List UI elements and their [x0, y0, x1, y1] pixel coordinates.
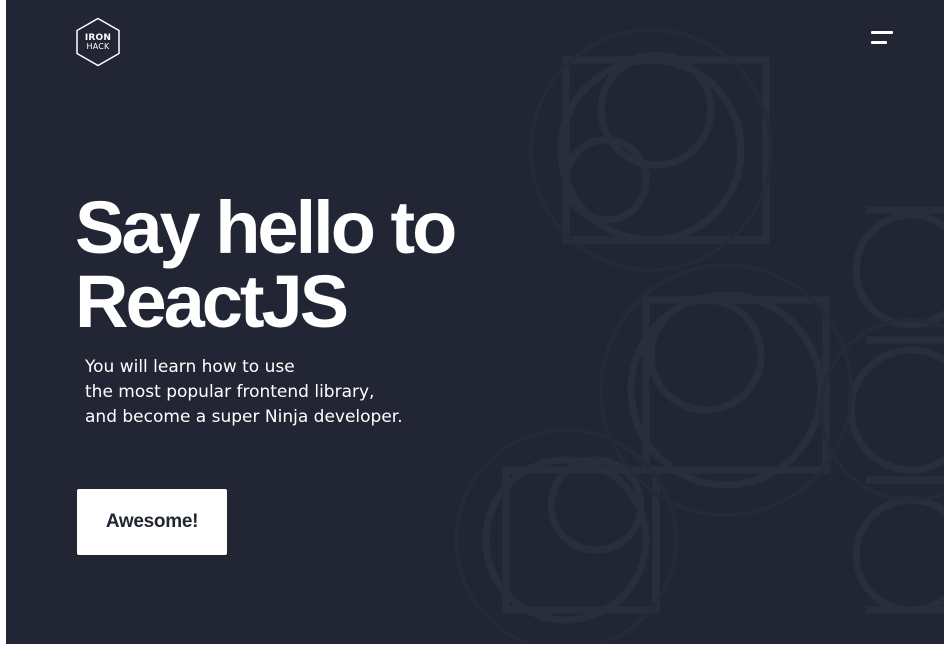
- hero-subtitle-line-1: You will learn how to use: [85, 357, 295, 377]
- menu-line-top: [871, 31, 893, 34]
- hero-title-line-2: ReactJS: [75, 260, 349, 343]
- hero-subtitle: You will learn how to use the most popul…: [85, 355, 403, 430]
- awesome-button[interactable]: Awesome!: [77, 489, 227, 555]
- logo-text-hack: HACK: [86, 42, 110, 51]
- hero-subtitle-line-2: the most popular frontend library,: [85, 382, 375, 402]
- hero-section: IRON HACK Say hello to ReactJS You will …: [6, 0, 944, 644]
- hero-subtitle-line-3: and become a super Ninja developer.: [85, 407, 403, 427]
- hamburger-menu-icon[interactable]: [866, 28, 896, 50]
- menu-line-bottom: [871, 41, 887, 44]
- hero-title: Say hello to ReactJS: [75, 186, 457, 343]
- hero-title-line-1: Say hello to: [75, 186, 457, 269]
- ironhack-logo[interactable]: IRON HACK: [75, 17, 121, 67]
